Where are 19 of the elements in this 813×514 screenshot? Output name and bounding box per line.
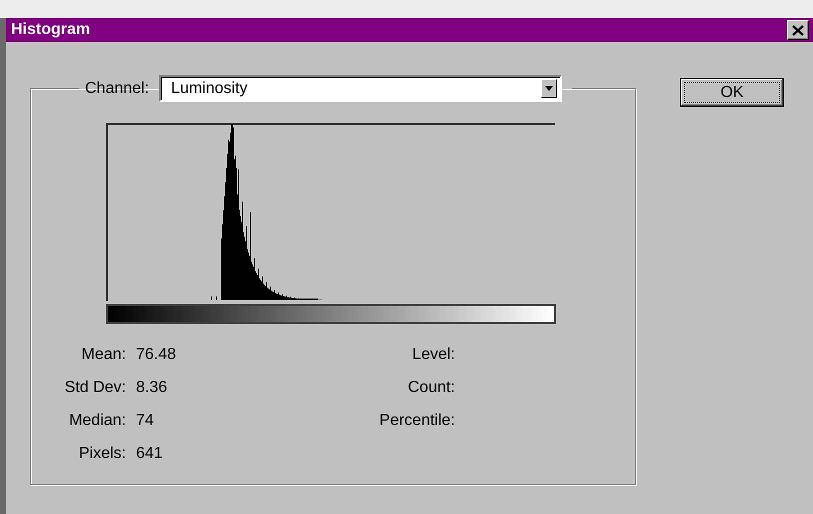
stat-label: Level: [411,345,455,365]
stat-value: 8.36 [136,378,168,398]
close-button[interactable] [787,20,809,40]
channel-label: Channel: [85,80,150,98]
stat-label: Median: [68,411,126,431]
close-icon [792,24,804,36]
dropdown-caret-icon [545,86,554,91]
stat-value: 74 [136,411,155,431]
stat-label: Pixels: [78,444,126,464]
stat-label: Count: [406,378,455,398]
channel-value: Luminosity [171,80,248,98]
channel-dropdown[interactable]: Luminosity [159,75,562,102]
ok-button[interactable]: OK [680,78,784,107]
stat-label: Std Dev: [64,378,126,398]
stat-label: Percentile: [378,411,455,431]
stat-label: Mean: [80,345,126,365]
window-title: Histogram [11,21,90,39]
stat-value: 641 [136,444,164,464]
stat-value: 76.48 [136,345,176,365]
